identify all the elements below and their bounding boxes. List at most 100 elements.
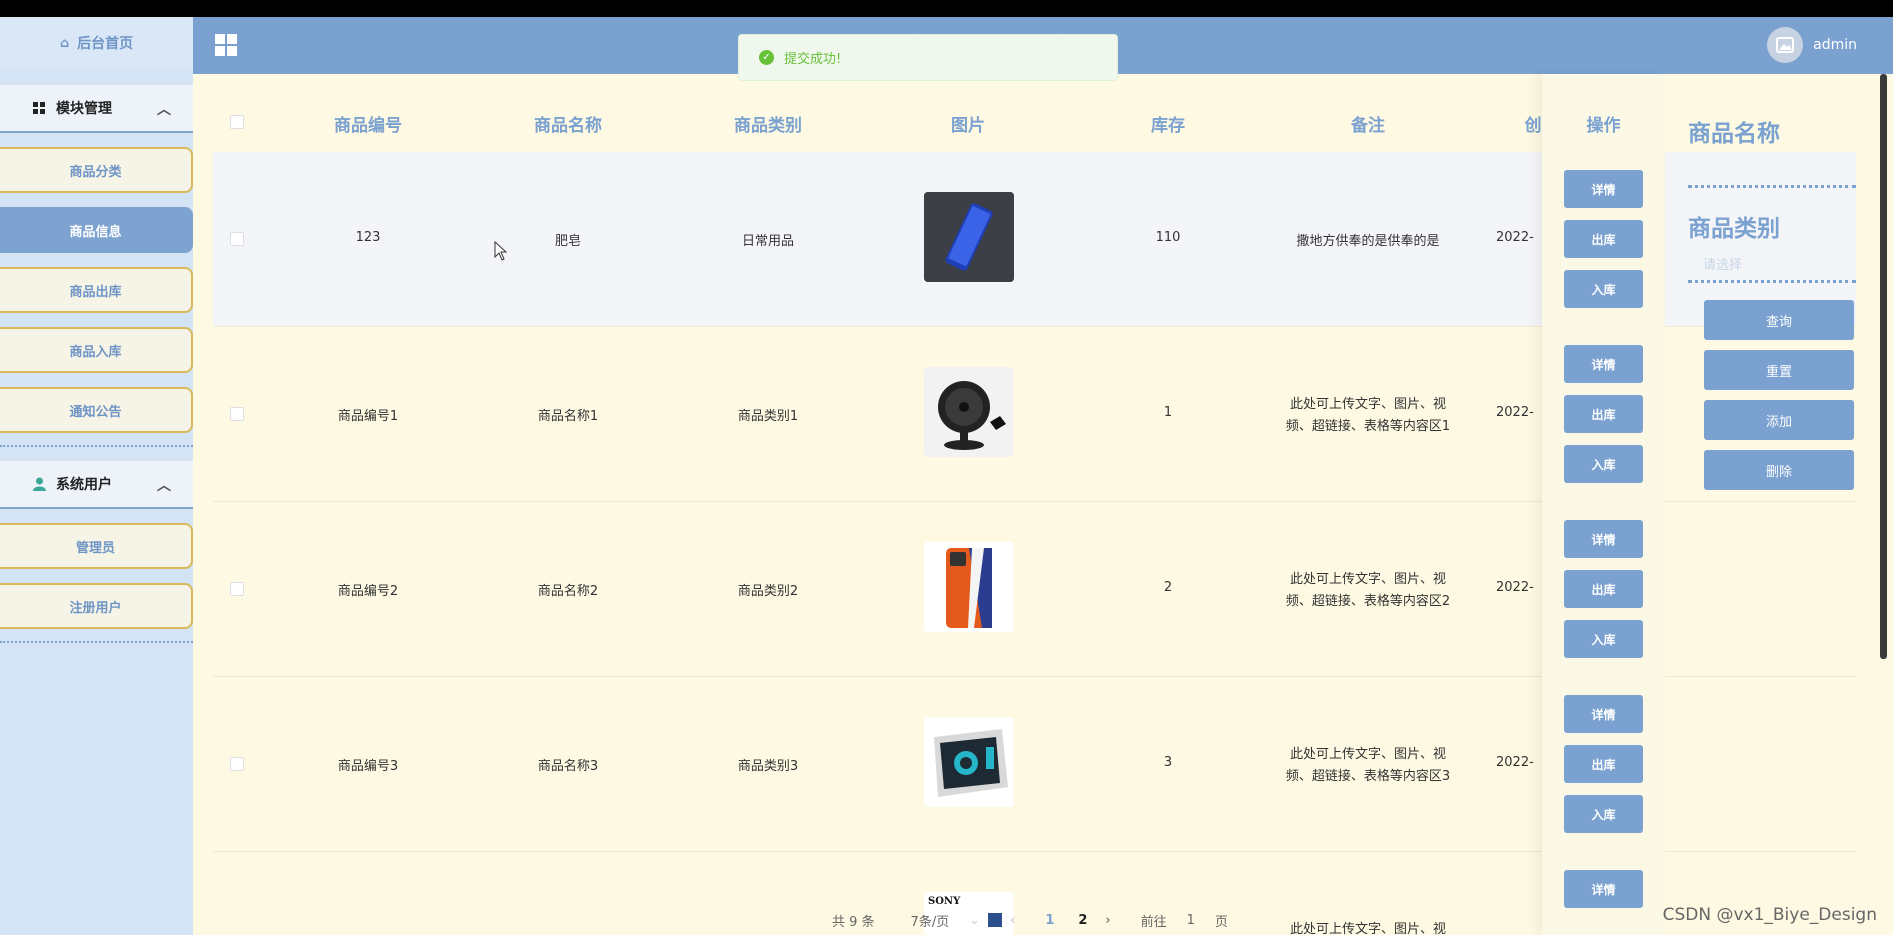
detail-button[interactable]: 详情 [1564,345,1643,383]
stock-in-button[interactable]: 入库 [1564,270,1643,308]
cell-category: 商品类别2 [737,584,799,599]
cell-note: 此处可上传文字、图片、视频、超链接、表格等内容区1 [1285,397,1451,434]
cell-stock: 2 [1163,580,1173,595]
sidebar-item-goods-out[interactable]: 商品出库 [0,267,193,313]
page-size-select[interactable]: 7条/页 [911,911,950,930]
divider [0,641,193,643]
toast-message: 提交成功! [784,52,842,67]
page-1[interactable]: 1 [1045,913,1054,928]
category-filter-label: 商品类别 [1688,216,1780,242]
sidebar-item-admin[interactable]: 管理员 [0,523,193,569]
detail-button[interactable]: 详情 [1564,695,1643,733]
stock-in-button[interactable]: 入库 [1564,445,1643,483]
delete-button[interactable]: 删除 [1704,450,1854,490]
cell-category: 商品类别1 [737,409,799,424]
cell-note: 此处可上传文字、图片、视频、超链接、表格等内容区3 [1285,747,1451,784]
divider [1688,280,1856,283]
detail-button[interactable]: 详情 [1564,870,1643,908]
sidebar-item-label: 注册用户 [69,600,122,616]
detail-button[interactable]: 详情 [1564,520,1643,558]
search-panel: 商品名称 商品类别 请选择 查询 重置 添加 删除 [1678,74,1893,935]
top-bar [0,0,1893,17]
divider [0,445,193,447]
product-image[interactable] [924,192,1014,282]
col-code: 商品编号 [334,116,402,136]
sidebar-item-registered-users[interactable]: 注册用户 [0,583,193,629]
sidebar: ⌂ 后台首页 模块管理 ︿ 商品分类 商品信息 商品出库 商品入库 通知公告 系… [0,17,193,935]
cell-note: 此处可上传文字、图片、视 [1289,922,1446,935]
scrollbar[interactable] [1880,74,1887,659]
chevron-down-icon: ⌄ [969,912,981,928]
user-menu[interactable]: admin [1767,27,1857,63]
stock-out-button[interactable]: 出库 [1564,745,1643,783]
add-button[interactable]: 添加 [1704,400,1854,440]
svg-text:SONY: SONY [928,896,961,907]
mouse-cursor-icon [494,241,508,261]
stock-out-button[interactable]: 出库 [1564,570,1643,608]
sidebar-home-label: 后台首页 [77,36,134,52]
pagination-total: 共 9 条 [832,914,875,930]
sidebar-item-goods-in[interactable]: 商品入库 [0,327,193,373]
sidebar-item-label: 商品分类 [69,164,122,180]
select-all-checkbox[interactable] [230,115,244,129]
product-image[interactable] [924,717,1014,807]
name-filter-label: 商品名称 [1688,121,1780,147]
pagination: 共 9 条 7条/页 ⌄ ‹ 1 2 › 前往 1 页 [832,910,1228,930]
col-note: 备注 [1351,116,1385,136]
row-checkbox[interactable] [230,232,244,246]
cell-stock: 3 [1163,755,1173,770]
check-circle-icon: ✓ [759,50,774,65]
sidebar-group-modules[interactable]: 模块管理 ︿ [0,85,193,133]
cell-stock: 110 [1155,230,1181,245]
sidebar-item-label: 通知公告 [69,404,122,420]
name-filter-input[interactable] [1688,185,1856,188]
page-2[interactable]: 2 [1078,913,1087,928]
sidebar-item-goods-info[interactable]: 商品信息 [0,207,193,253]
row-checkbox[interactable] [230,407,244,421]
menu-grid-icon[interactable] [215,34,237,56]
cell-stock: 1 [1163,405,1173,420]
main-content: 商品编号 商品名称 商品类别 图片 库存 备注 创 123 肥皂 日常用品 11… [193,74,1893,935]
cell-name: 肥皂 [554,234,581,249]
goto-label: 前往 [1140,914,1167,930]
product-image[interactable] [924,542,1014,632]
cell-name: 商品名称2 [537,584,599,599]
stock-in-button[interactable]: 入库 [1564,620,1643,658]
col-stock: 库存 [1151,116,1185,136]
query-button[interactable]: 查询 [1704,300,1854,340]
detail-button[interactable]: 详情 [1564,170,1643,208]
cell-category: 商品类别3 [737,759,799,774]
category-select[interactable]: 请选择 [1703,254,1742,273]
watermark: CSDN @vx1_Biye_Design [1662,905,1877,925]
sidebar-group-label: 模块管理 [56,101,112,117]
sidebar-home[interactable]: ⌂ 后台首页 [0,17,193,69]
cell-name: 商品名称1 [537,409,599,424]
goto-input[interactable]: 1 [1187,913,1195,928]
cell-note: 撒地方供奉的是供奉的是 [1296,234,1440,249]
cell-code: 商品编号3 [337,759,399,774]
product-image[interactable] [924,367,1014,457]
next-page-icon[interactable]: › [1105,913,1110,928]
sidebar-item-label: 管理员 [75,540,115,556]
stock-out-button[interactable]: 出库 [1564,395,1643,433]
reset-button[interactable]: 重置 [1704,350,1854,390]
username: admin [1813,37,1857,53]
prev-page-icon[interactable]: ‹ [1010,913,1015,928]
cell-category: 日常用品 [741,234,794,249]
success-toast: ✓ 提交成功! [738,34,1118,81]
stock-in-button[interactable]: 入库 [1564,795,1643,833]
col-name: 商品名称 [534,116,602,136]
row-checkbox[interactable] [230,582,244,596]
cell-name: 商品名称3 [537,759,599,774]
sidebar-group-users[interactable]: 系统用户 ︿ [0,461,193,509]
cell-code: 商品编号2 [337,584,399,599]
col-image: 图片 [951,116,985,136]
col-category: 商品类别 [734,116,802,136]
sidebar-item-label: 商品出库 [69,284,122,300]
sidebar-item-label: 商品信息 [69,224,122,240]
sidebar-item-notice[interactable]: 通知公告 [0,387,193,433]
stock-out-button[interactable]: 出库 [1564,220,1643,258]
sidebar-group-label: 系统用户 [56,477,112,493]
sidebar-item-category[interactable]: 商品分类 [0,147,193,193]
row-checkbox[interactable] [230,757,244,771]
